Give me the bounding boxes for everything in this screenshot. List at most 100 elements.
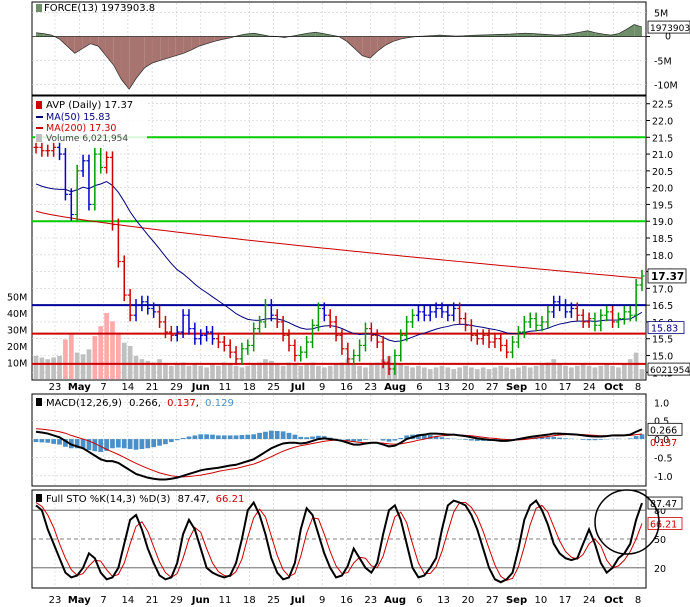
x-axis-label: 18 <box>243 595 256 606</box>
macd-histogram-bar <box>557 437 562 440</box>
macd-histogram-bar <box>286 432 292 440</box>
x-axis-label: 24 <box>583 382 596 393</box>
price-legend-swatch <box>36 101 42 109</box>
volume-bar <box>304 364 309 379</box>
x-axis-label: Oct <box>604 595 623 606</box>
x-axis-label: 16 <box>340 595 353 606</box>
macd-histogram-bar <box>251 434 257 440</box>
x-axis-label: 21 <box>146 382 159 393</box>
macd-histogram-bar <box>292 434 298 440</box>
volume-bar <box>586 365 592 379</box>
force-area-segment <box>175 36 184 56</box>
volume-bar <box>186 365 192 379</box>
x-axis-label: 20 <box>462 382 475 393</box>
macd-histogram-bar <box>363 439 368 440</box>
volume-bar <box>68 332 74 379</box>
volume-bar <box>363 367 368 379</box>
macd-histogram-bar <box>580 439 586 440</box>
x-axis-label: 7 <box>100 382 106 393</box>
x-axis-label: 23 <box>364 595 377 606</box>
x-axis-label: 23 <box>364 382 377 393</box>
macd-histogram-bar <box>380 439 386 441</box>
macd-histogram-bar <box>445 438 451 440</box>
volume-bar <box>286 362 292 379</box>
macd-histogram-bar <box>92 439 98 452</box>
macd-histogram-bar <box>227 435 233 440</box>
macd-legend-value: 0.266 <box>129 398 158 409</box>
macd-histogram-bar <box>127 439 133 449</box>
x-axis-label: 10 <box>534 382 547 393</box>
x-axis-label: 25 <box>267 595 280 606</box>
volume-bar <box>551 359 557 379</box>
x-axis-label: Jun <box>191 382 210 393</box>
x-axis-label: 11 <box>219 382 232 393</box>
volume-bar <box>239 367 245 379</box>
macd-histogram-bar <box>174 439 180 441</box>
volume-bar <box>333 364 339 379</box>
macd-histogram-bar <box>121 439 127 449</box>
price-tick-label: 22.0 <box>652 117 673 128</box>
macd-signal-last-label: 0.137 <box>650 438 677 449</box>
price-tick-label: 19.5 <box>652 200 673 211</box>
volume-bar <box>33 355 39 379</box>
volume-bar <box>457 367 462 379</box>
x-axis-label: 20 <box>462 595 475 606</box>
volume-bar <box>163 364 168 379</box>
volume-bar <box>521 365 527 379</box>
volume-bar <box>545 362 551 379</box>
sto-legend-d: 66.21 <box>216 494 245 505</box>
volume-bar <box>616 367 621 379</box>
volume-bar <box>369 364 374 379</box>
volume-bar <box>116 332 121 379</box>
volume-bar <box>427 369 433 379</box>
price-tick-label: 16.5 <box>652 301 673 312</box>
macd-histogram-bar <box>463 439 468 440</box>
x-axis-label: 8 <box>635 595 641 606</box>
macd-histogram-bar <box>592 439 598 441</box>
ma50-value-label: 15.83 <box>651 324 678 335</box>
x-axis-label: 13 <box>437 595 450 606</box>
macd-tick-label: -1.0 <box>654 472 673 483</box>
volume-bar <box>298 365 304 379</box>
volume-bar <box>80 354 86 379</box>
volume-bar <box>557 364 562 379</box>
x-axis-label: 9 <box>319 382 325 393</box>
macd-histogram-bar <box>163 439 168 445</box>
force-legend-swatch <box>36 4 42 12</box>
force-area-segment <box>152 36 161 63</box>
macd-histogram-bar <box>39 439 45 443</box>
macd-histogram-bar <box>45 439 51 443</box>
macd-histogram-bar <box>151 439 157 448</box>
force-last-value-label: 1973903 <box>650 24 690 34</box>
volume-bar <box>110 321 115 379</box>
macd-histogram-bar <box>280 431 286 440</box>
volume-bar <box>527 367 533 379</box>
volume-bar <box>63 339 68 379</box>
volume-bar <box>292 364 298 379</box>
x-axis-label: 7 <box>100 595 106 606</box>
x-axis-label: 27 <box>486 382 499 393</box>
macd-histogram-bar <box>304 437 309 440</box>
volume-bar <box>74 352 80 379</box>
macd-histogram-bar <box>245 434 251 440</box>
x-axis-label: 16 <box>340 382 353 393</box>
volume-tick-label: 50M <box>7 293 27 304</box>
x-axis-label: May <box>68 382 91 393</box>
x-axis-label: 9 <box>319 595 325 606</box>
macd-histogram-bar <box>386 439 392 442</box>
macd-histogram-bar <box>145 439 151 449</box>
volume-bar <box>416 365 421 379</box>
macd-histogram-bar <box>598 439 604 440</box>
macd-histogram-bar <box>204 434 209 440</box>
price-tick-label: 18.0 <box>652 251 673 262</box>
volume-bar <box>151 362 157 379</box>
macd-histogram-bar <box>216 435 221 440</box>
volume-bar <box>574 365 580 379</box>
volume-tick-label: 40M <box>7 309 27 320</box>
sto-d-last-label: 66.21 <box>650 519 677 530</box>
x-axis-label: 14 <box>122 382 135 393</box>
x-axis-label: 14 <box>122 595 135 606</box>
macd-histogram-bar <box>398 437 404 440</box>
volume-bar <box>257 362 262 379</box>
x-axis-label: 23 <box>49 382 62 393</box>
